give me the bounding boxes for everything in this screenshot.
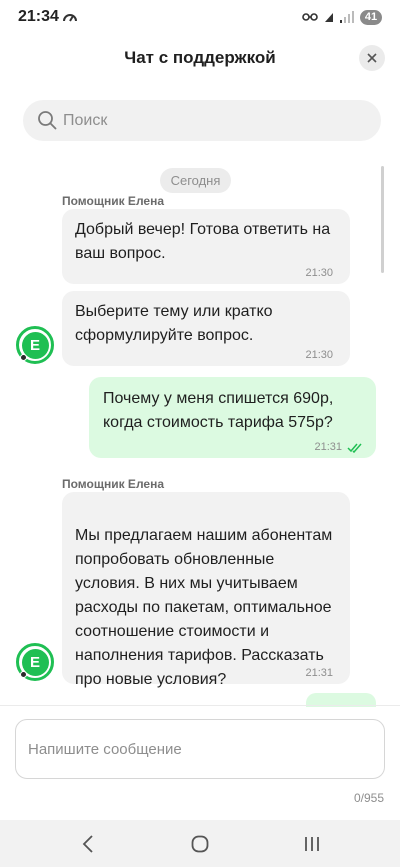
message-time: 21:31: [305, 667, 333, 679]
sender-name: Помощник Елена: [62, 477, 164, 491]
search-box[interactable]: [23, 100, 381, 141]
home-icon: [191, 835, 209, 853]
message-time: 21:31: [314, 441, 342, 453]
recents-icon: [305, 837, 319, 851]
composer-divider: [0, 705, 400, 706]
message-text: Почему у меня спишется 690р, когда стоим…: [103, 390, 334, 431]
system-nav-bar: [0, 820, 400, 867]
nav-recents-button[interactable]: [298, 830, 326, 858]
avatar-status-dot: [20, 671, 27, 678]
message-time: 21:30: [305, 267, 333, 279]
battery-badge: 41: [360, 9, 382, 25]
message-time: 21:30: [305, 349, 333, 361]
char-counter: 0/955: [353, 791, 384, 805]
incoming-message[interactable]: Выберите тему или кратко сформулируйте в…: [62, 291, 350, 366]
message-text: Добрый вечер! Готова ответить на ваш воп…: [75, 221, 331, 262]
message-composer[interactable]: [15, 719, 385, 779]
status-time: 21:34: [18, 8, 59, 25]
message-input[interactable]: [28, 720, 368, 778]
status-bar: 21:34 41: [0, 0, 400, 34]
sender-name: Помощник Елена: [62, 194, 164, 208]
message-text: Мы предлагаем нашим абонентам попробоват…: [75, 527, 333, 688]
date-chip: Сегодня: [160, 168, 231, 193]
close-button[interactable]: [359, 45, 385, 71]
outgoing-message[interactable]: Почему у меня спишется 690р, когда стоим…: [89, 377, 376, 458]
vowifi-icon: [302, 13, 318, 21]
nav-back-button[interactable]: [74, 830, 102, 858]
avatar-status-dot: [20, 354, 27, 361]
support-chat-screen: 21:34 41 Чат с поддержкой Поиск Сегодня …: [0, 0, 400, 867]
assistant-avatar: E: [16, 643, 54, 681]
chat-header: Чат с поддержкой: [0, 34, 400, 86]
incoming-message[interactable]: Добрый вечер! Готова ответить на ваш воп…: [62, 209, 350, 284]
message-text: Выберите тему или кратко сформулируйте в…: [75, 303, 273, 344]
search-input[interactable]: [63, 100, 363, 141]
incoming-message[interactable]: Мы предлагаем нашим абонентам попробоват…: [62, 492, 350, 688]
assistant-avatar: E: [16, 326, 54, 364]
speedometer-icon: [63, 14, 77, 22]
double-check-icon: [347, 443, 362, 453]
nav-home-button[interactable]: [186, 830, 214, 858]
back-icon: [82, 835, 93, 853]
search-icon: [38, 111, 57, 130]
signal-weak-icon: [340, 11, 354, 23]
status-icons: 41: [302, 8, 382, 26]
signal-icon: [325, 13, 333, 22]
page-title: Чат с поддержкой: [124, 48, 276, 67]
chat-scrollbar[interactable]: [381, 166, 384, 273]
close-icon: [367, 53, 377, 63]
